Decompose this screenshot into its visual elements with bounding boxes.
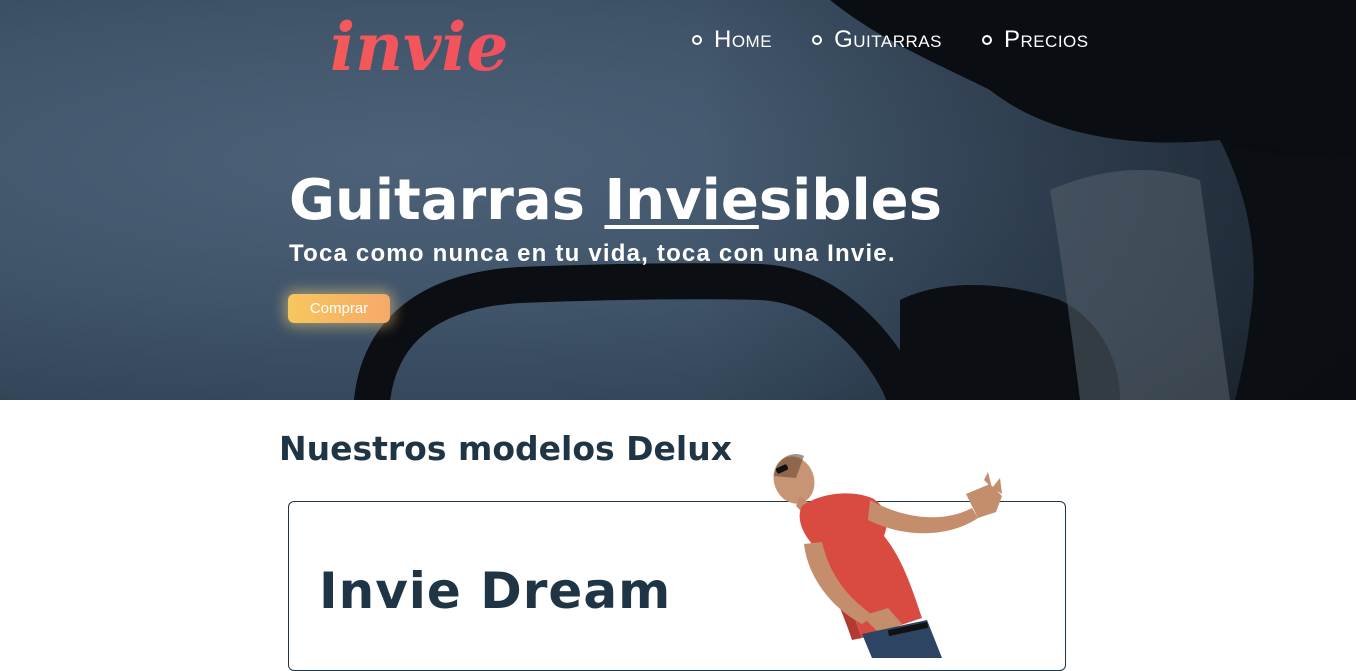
hero-title-end: sibles [758, 168, 942, 233]
models-section-title: Nuestros modelos Delux [279, 429, 733, 468]
hero-title-underlined: Invie [604, 168, 759, 233]
main-nav: Home Guitarras Precios [692, 26, 1089, 54]
buy-button[interactable]: Comprar [288, 294, 390, 323]
hero-title-start: Guitarras [289, 168, 605, 233]
bullet-icon [981, 35, 992, 45]
hero-title: Guitarras Inviesibles [289, 168, 942, 233]
nav-guitarras-label: Guitarras [834, 26, 942, 53]
bullet-icon [812, 35, 823, 45]
logo-wordmark: invie [330, 8, 508, 82]
hero-subtitle: Toca como nunca en tu vida, toca con una… [289, 240, 896, 267]
nav-guitarras[interactable]: Guitarras [812, 26, 942, 54]
nav-precios-label: Precios [1003, 26, 1089, 53]
bullet-icon [692, 35, 702, 45]
nav-home-label: Home [714, 26, 773, 53]
nav-precios[interactable]: Precios [981, 26, 1089, 54]
model-card-title: Invie Dream [319, 562, 672, 620]
nav-home[interactable]: Home [692, 26, 772, 54]
invie-logo[interactable]: invie [328, 6, 518, 82]
hero-banner: invie Home Guitarras Precios Guitarras I… [0, 0, 1356, 400]
air-guitar-person-image [773, 454, 1002, 658]
